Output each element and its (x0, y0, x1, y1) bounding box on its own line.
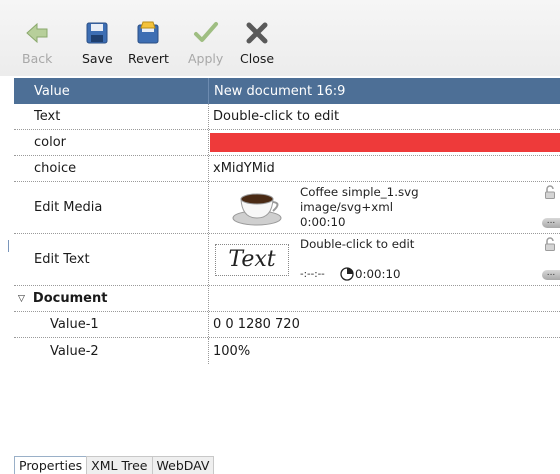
text-caption: Double-click to edit (300, 237, 415, 251)
close-label: Close (240, 51, 275, 66)
header-value-label: Value (14, 78, 209, 104)
clock-icon (340, 267, 354, 281)
section-label: Document (32, 291, 108, 306)
tab-xml-tree[interactable]: XML Tree (86, 456, 153, 474)
color-swatch[interactable] (210, 133, 560, 152)
section-row-document[interactable]: ▽ Document (14, 286, 560, 312)
property-value[interactable]: 0 0 1280 720 (209, 312, 560, 337)
apply-label: Apply (188, 51, 224, 66)
splitter-handle[interactable] (8, 240, 9, 252)
property-value[interactable]: xMidYMid (209, 156, 560, 181)
back-button[interactable]: Back (22, 20, 52, 72)
text-start-time: -:--:-- (300, 269, 325, 280)
grid-header-row: Value New document 16:9 (14, 78, 560, 104)
media-duration: 0:00:10 (300, 215, 346, 229)
media-mime-type: image/svg+xml (300, 200, 393, 214)
property-label: Text (14, 104, 209, 129)
bottom-tab-bar: Properties XML Tree WebDAV (14, 456, 215, 474)
property-label: Edit Media (14, 182, 209, 233)
section-empty-cell (209, 286, 560, 311)
properties-grid: Value New document 16:9 Text Double-clic… (14, 78, 560, 364)
revert-label: Revert (128, 51, 169, 66)
lock-icon[interactable] (544, 237, 556, 251)
revert-icon (137, 21, 159, 44)
media-cell[interactable]: Coffee simple_1.svg image/svg+xml 0:00:1… (209, 182, 560, 233)
property-label: Value-2 (14, 338, 209, 364)
property-row-edit-media[interactable]: Edit Media Coffee simple_1.svg image/svg… (14, 182, 560, 234)
save-disk-icon (86, 22, 108, 44)
property-label: color (14, 130, 209, 155)
property-label: Value-1 (14, 312, 209, 337)
text-preview[interactable]: Text (215, 244, 289, 276)
tab-webdav[interactable]: WebDAV (151, 456, 215, 474)
media-filename: Coffee simple_1.svg (300, 185, 419, 199)
property-value[interactable]: 100% (209, 338, 560, 364)
property-row-color[interactable]: color (14, 130, 560, 156)
back-arrow-icon (26, 22, 48, 44)
apply-button[interactable]: Apply (188, 20, 223, 72)
more-button[interactable]: ... (542, 269, 560, 280)
more-button[interactable]: ... (542, 217, 560, 228)
header-document-name: New document 16:9 (214, 83, 346, 99)
coffee-cup-icon (232, 193, 282, 226)
revert-button[interactable]: Revert (128, 20, 169, 72)
property-value[interactable]: Double-click to edit (209, 104, 560, 129)
lock-icon[interactable] (544, 185, 556, 199)
property-row-value-1[interactable]: Value-1 0 0 1280 720 (14, 312, 560, 338)
close-icon (246, 22, 268, 44)
save-label: Save (82, 51, 113, 66)
close-button[interactable]: Close (240, 20, 274, 72)
property-label: Edit Text (14, 234, 209, 285)
text-duration: 0:00:10 (355, 267, 401, 281)
back-label: Back (22, 51, 53, 66)
property-label: choice (14, 156, 209, 181)
property-row-edit-text[interactable]: Edit Text Text Double-click to edit -:--… (14, 234, 560, 286)
property-row-text[interactable]: Text Double-click to edit (14, 104, 560, 130)
property-row-value-2[interactable]: Value-2 100% (14, 338, 560, 364)
collapse-triangle-icon[interactable]: ▽ (18, 294, 25, 304)
text-cell[interactable]: Text Double-click to edit -:--:-- 0:00:1… (209, 234, 560, 285)
property-row-choice[interactable]: choice xMidYMid (14, 156, 560, 182)
save-button[interactable]: Save (82, 20, 113, 72)
section-header[interactable]: ▽ Document (14, 286, 209, 311)
checkmark-icon (193, 22, 218, 42)
toolbar: Back Save Revert Apply Close (0, 0, 560, 76)
tab-properties[interactable]: Properties (14, 456, 88, 474)
